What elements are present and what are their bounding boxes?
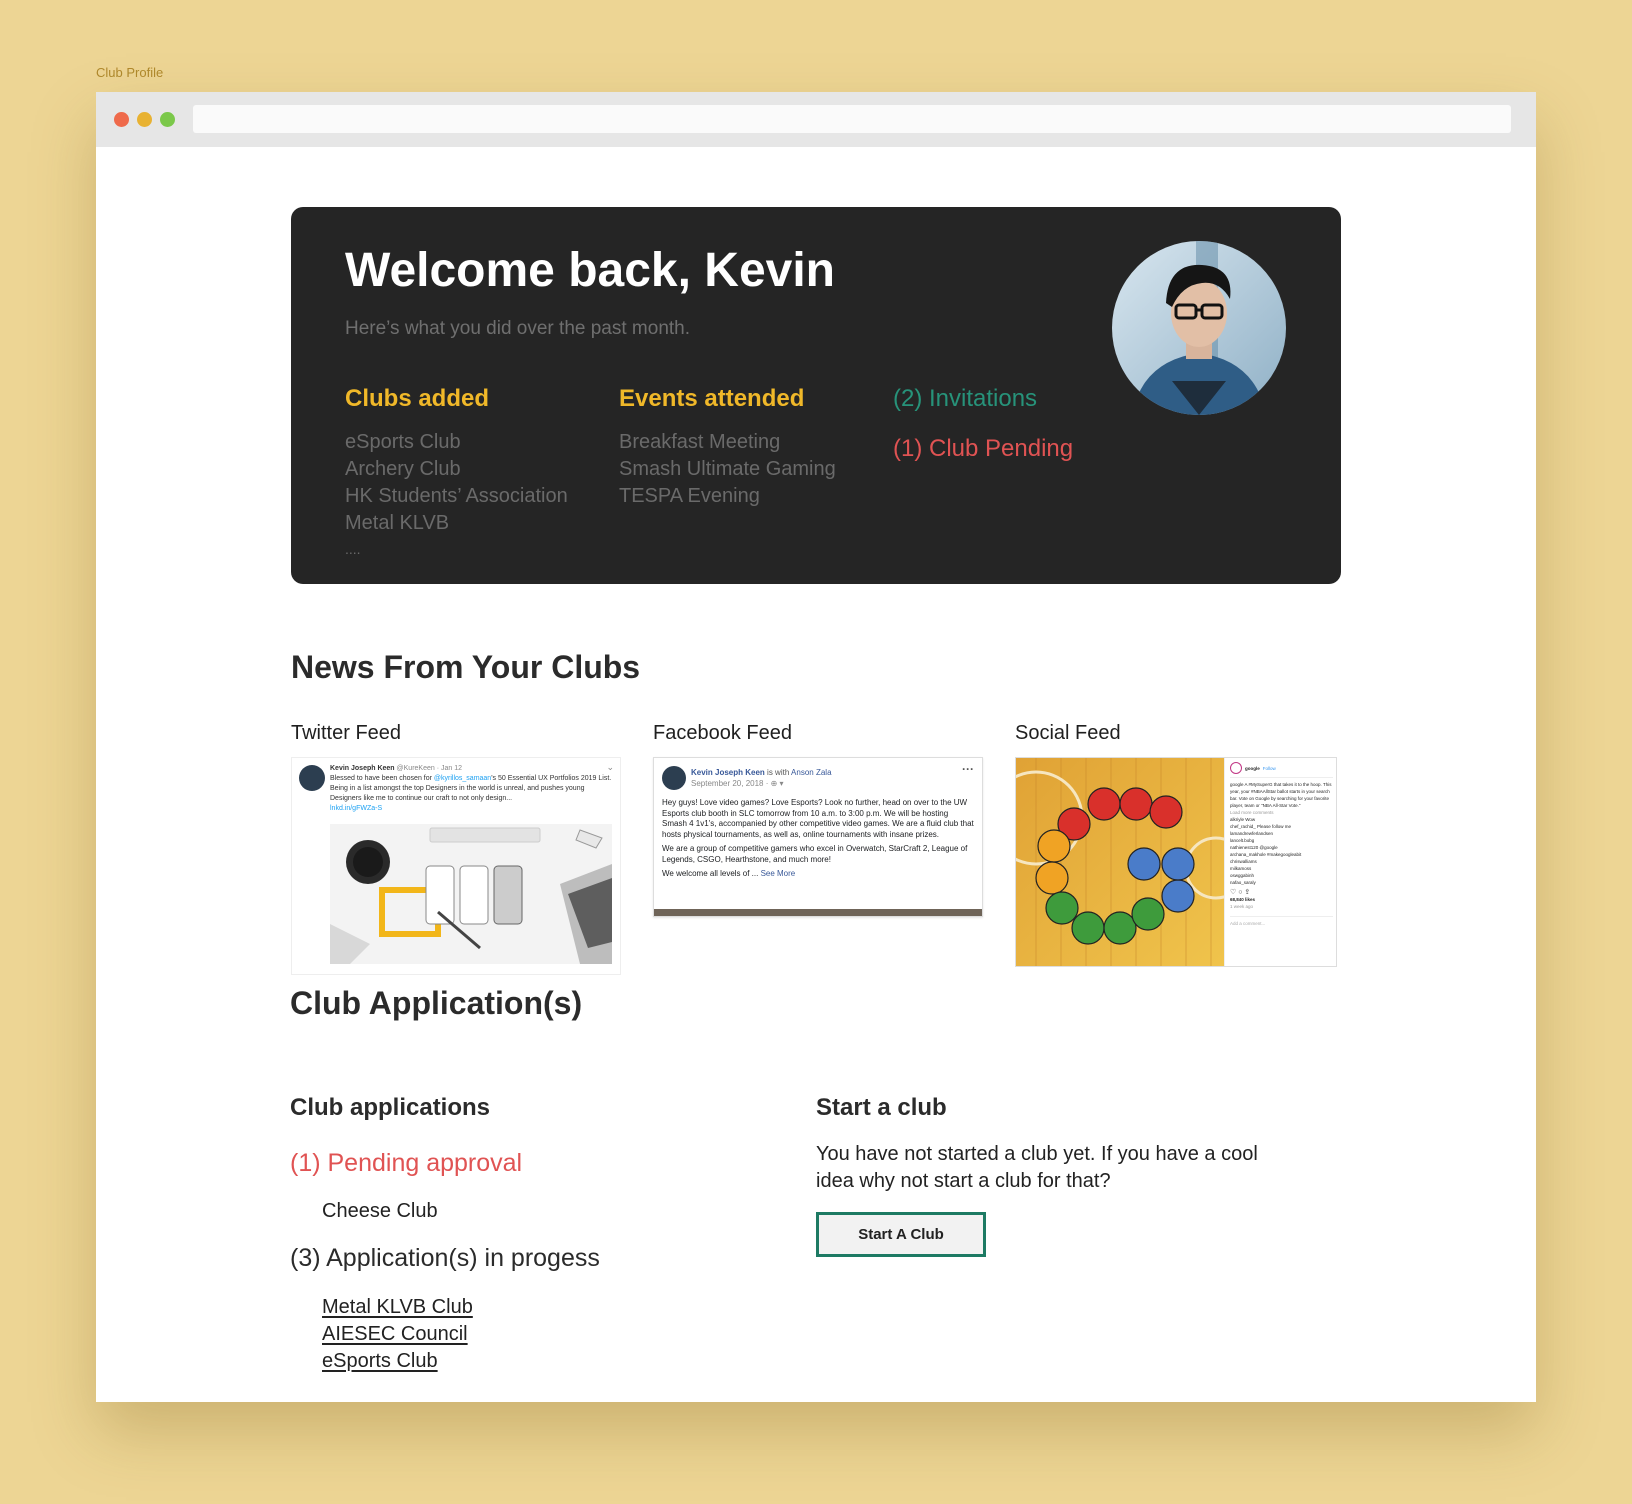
application-link[interactable]: Metal KLVB Club	[322, 1294, 473, 1321]
list-item: eSports Club	[345, 431, 461, 453]
list-item: TESPA Evening	[619, 485, 760, 507]
application-link[interactable]: AIESEC Council	[322, 1321, 468, 1348]
post-paragraph: Hey guys! Love video games? Love Esports…	[662, 798, 974, 839]
load-more-comments-link[interactable]: Load more comments	[1230, 809, 1333, 816]
comment-row: nathienest120 @google	[1230, 845, 1278, 850]
start-club-heading: Start a club	[816, 1094, 947, 1121]
follow-link[interactable]: Follow	[1263, 765, 1276, 772]
start-club-text: You have not started a club yet. If you …	[816, 1143, 1258, 1192]
comment-row: archana_makhole #makegoogleabit	[1230, 852, 1302, 857]
browser-window: Welcome back, Kevin Here’s what you did …	[96, 92, 1536, 1402]
list-item: Archery Club	[345, 458, 461, 480]
tweet-image[interactable]	[330, 824, 612, 964]
comment-icon[interactable]: ○	[1238, 889, 1242, 896]
profile-avatar[interactable]	[1112, 241, 1286, 415]
account-name[interactable]: google	[1245, 765, 1260, 772]
post-paragraph: We welcome all levels of ...	[662, 869, 761, 878]
post-with-text: is with	[764, 768, 792, 777]
events-attended-heading: Events attended	[619, 385, 805, 412]
maximize-window-button[interactable]	[160, 112, 175, 127]
post-caption: google A #MySuperG that takes it to the …	[1230, 782, 1332, 808]
clubs-added-list: eSports Club Archery Club HK Students’ A…	[345, 429, 568, 561]
welcome-panel: Welcome back, Kevin Here’s what you did …	[291, 207, 1341, 584]
post-image-edge	[654, 909, 982, 916]
close-window-button[interactable]	[114, 112, 129, 127]
globe-icon: ⊕ ▾	[770, 779, 784, 788]
see-more-link[interactable]: See More	[761, 869, 796, 878]
post-date: September 20, 2018 ·	[691, 779, 771, 788]
add-comment-input[interactable]: Add a comment...	[1230, 916, 1333, 927]
page-label: Club Profile	[96, 65, 164, 80]
tweet-mention[interactable]: @kyrillos_samaan	[434, 775, 491, 782]
post-avatar	[662, 766, 686, 790]
pending-club-item: Cheese Club	[322, 1200, 438, 1222]
browser-titlebar	[96, 92, 1536, 147]
pending-approval-label: (1) Pending approval	[290, 1149, 523, 1177]
chevron-down-icon[interactable]: ⌄	[606, 762, 614, 773]
post-paragraph: We are a group of competitive gamers who…	[662, 844, 968, 864]
likes-count: 68,840 likes	[1230, 897, 1256, 902]
list-item: ....	[345, 541, 361, 557]
address-bar[interactable]	[193, 105, 1511, 133]
twitter-feed-card[interactable]: Kevin Joseph Keen @KureKeen · Jan 12 Ble…	[291, 757, 621, 975]
basketballs-image[interactable]	[1016, 758, 1224, 967]
list-item: HK Students’ Association	[345, 485, 568, 507]
social-feed-label: Social Feed	[1015, 722, 1121, 744]
clubs-added-heading: Clubs added	[345, 385, 490, 412]
events-attended-list: Breakfast Meeting Smash Ultimate Gaming …	[619, 429, 836, 510]
club-pending-link[interactable]: (1) Club Pending	[893, 435, 1073, 463]
club-applications-heading: Club applications	[290, 1094, 491, 1121]
comment-row: milkamoss	[1230, 866, 1252, 871]
comment-row: alkriyle Wow	[1230, 817, 1256, 822]
twitter-feed-label: Twitter Feed	[291, 722, 402, 744]
minimize-window-button[interactable]	[137, 112, 152, 127]
post-with-name[interactable]: Anson Zala	[791, 768, 831, 777]
applications-section-title: Club Application(s)	[290, 985, 583, 1021]
tweet-handle: @KureKeen · Jan 12	[396, 765, 463, 772]
comment-row: chef_rachid_ Please follow me	[1230, 824, 1292, 829]
account-avatar[interactable]	[1230, 762, 1242, 774]
invitations-link[interactable]: (2) Invitations	[893, 385, 1037, 413]
list-item: Metal KLVB	[345, 512, 450, 534]
news-section-title: News From Your Clubs	[291, 649, 641, 685]
application-link[interactable]: eSports Club	[322, 1348, 438, 1375]
facebook-feed-label: Facebook Feed	[653, 722, 792, 744]
comment-row: lamandrewferlandsen	[1230, 831, 1274, 836]
in-progress-list: Metal KLVB Club AIESEC Council eSports C…	[322, 1294, 473, 1375]
share-icon[interactable]: ⇪	[1244, 889, 1250, 896]
post-time: 1 week ago	[1230, 904, 1254, 909]
facebook-feed-card[interactable]: Kevin Joseph Keen is with Anson Zala Sep…	[653, 757, 983, 917]
list-item: Breakfast Meeting	[619, 431, 781, 453]
avatar-photo	[1112, 241, 1286, 415]
welcome-subtitle: Here’s what you did over the past month.	[345, 318, 691, 339]
more-options-icon[interactable]: ···	[962, 762, 974, 776]
social-feed-card[interactable]: google Follow google A #MySuperG that ta…	[1015, 757, 1337, 967]
comment-row: oswggabinh	[1230, 873, 1255, 878]
like-icon[interactable]: ♡	[1230, 889, 1236, 896]
post-author[interactable]: Kevin Joseph Keen	[691, 768, 765, 777]
comment-row: nafao_saraly	[1230, 880, 1256, 885]
tweet-link[interactable]: lnkd.in/gFWZa-S	[330, 805, 382, 812]
tweet-avatar	[299, 765, 325, 791]
list-item: Smash Ultimate Gaming	[619, 458, 836, 480]
comment-row: chriswalliams	[1230, 859, 1257, 864]
tweet-text-start: Blessed to have been chosen for	[330, 775, 434, 782]
comment-row: lancelt.bobg	[1230, 838, 1255, 843]
welcome-title: Welcome back, Kevin	[345, 244, 835, 297]
start-club-button[interactable]: Start A Club	[816, 1212, 986, 1257]
tweet-author: Kevin Joseph Keen	[330, 765, 395, 772]
in-progress-label: (3) Application(s) in progess	[290, 1244, 600, 1272]
